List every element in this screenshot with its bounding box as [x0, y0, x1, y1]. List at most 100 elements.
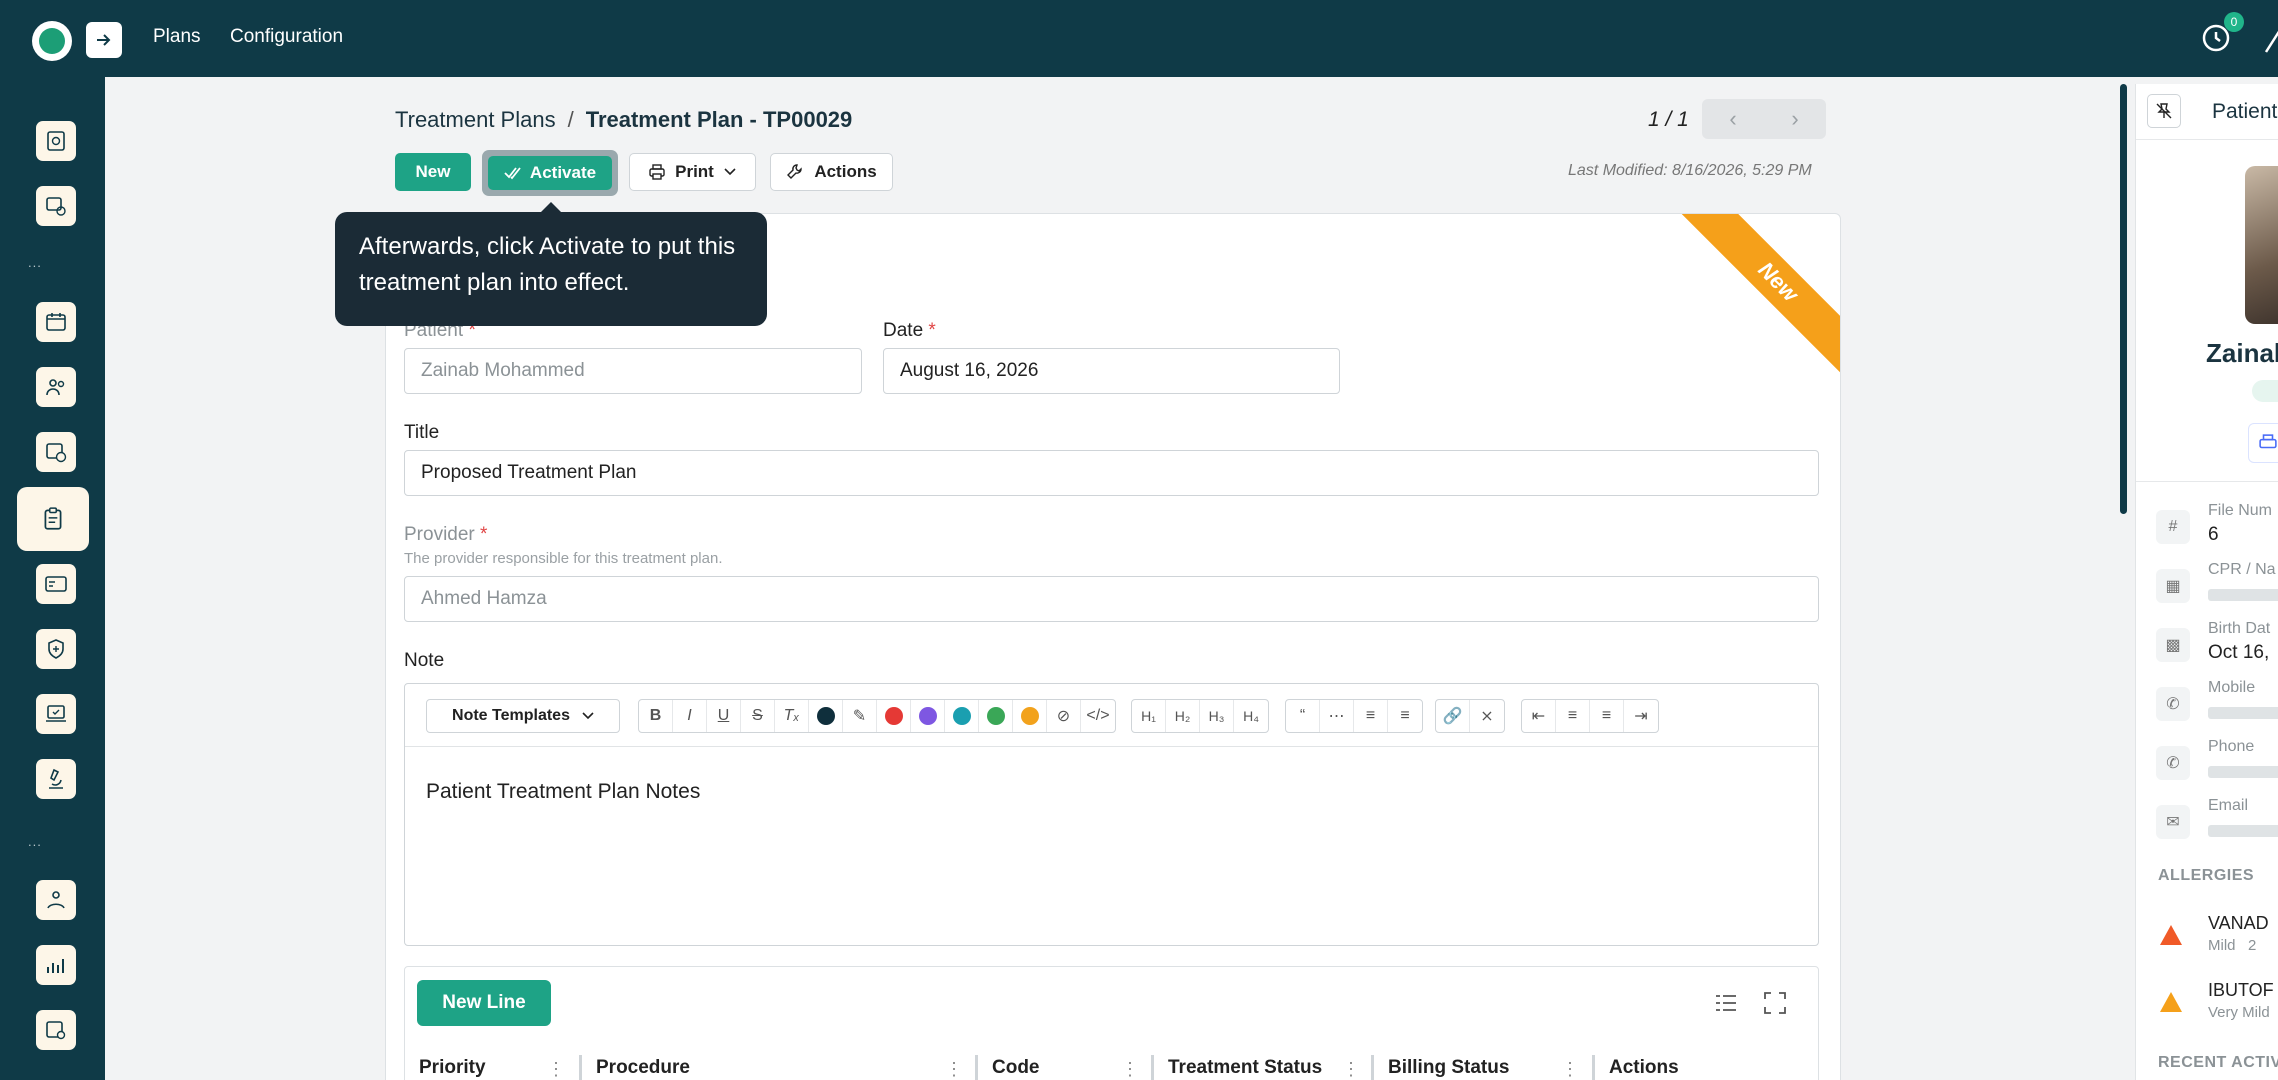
- sidebar-item-treatment-plans[interactable]: [17, 487, 89, 551]
- provider-field[interactable]: Ahmed Hamza: [404, 576, 1819, 622]
- staff-icon: [46, 379, 65, 396]
- sidebar-item-dental-chart[interactable]: [36, 121, 76, 161]
- color-dark-swatch[interactable]: [809, 700, 843, 732]
- heading-4-icon[interactable]: H₄: [1234, 700, 1268, 732]
- column-priority[interactable]: Priority: [419, 1057, 486, 1079]
- tools-icon[interactable]: [2262, 22, 2278, 58]
- allergy-extra: 2: [2248, 937, 2257, 954]
- column-resizer[interactable]: [1592, 1055, 1595, 1080]
- highlighter-icon[interactable]: ✎: [843, 700, 877, 732]
- breadcrumb-parent[interactable]: Treatment Plans: [395, 107, 556, 132]
- color-orange-swatch[interactable]: [1013, 700, 1047, 732]
- sidebar-item-reports[interactable]: [36, 945, 76, 985]
- heading-1-icon[interactable]: H₁: [1132, 700, 1166, 732]
- file-number-field: # File Num 6: [2136, 502, 2278, 558]
- sidebar-item-care[interactable]: [36, 629, 76, 669]
- sidebar-item-clinic[interactable]: [36, 186, 76, 226]
- column-actions[interactable]: Actions: [1609, 1057, 1679, 1079]
- actions-button[interactable]: Actions: [770, 153, 893, 191]
- column-resizer[interactable]: [1371, 1055, 1374, 1080]
- patient-name: Zainab: [2206, 338, 2278, 368]
- color-green-swatch[interactable]: [979, 700, 1013, 732]
- activity-clock-button[interactable]: 0: [2200, 12, 2244, 56]
- italic-icon[interactable]: I: [673, 700, 707, 732]
- color-purple-swatch[interactable]: [911, 700, 945, 732]
- sidebar-item-calendar[interactable]: [36, 302, 76, 342]
- bullet-list-icon[interactable]: ≡: [1354, 700, 1388, 732]
- app-logo[interactable]: [32, 21, 72, 61]
- sidebar-item-lab[interactable]: [36, 759, 76, 799]
- horizontal-rule-icon[interactable]: ⋯: [1320, 700, 1354, 732]
- sidebar-item-settings[interactable]: [36, 1010, 76, 1050]
- calendar-icon: [46, 313, 66, 331]
- swatch-dark: [816, 707, 835, 725]
- page-title: Treatment Plan - TP00029: [585, 107, 853, 132]
- code-icon[interactable]: </>: [1081, 700, 1115, 732]
- column-menu-icon[interactable]: ⋮: [1561, 1059, 1579, 1080]
- no-color-icon[interactable]: ⊘: [1047, 700, 1081, 732]
- allergy-item[interactable]: IBUTOF Very Mild: [2136, 980, 2278, 1030]
- expand-sidebar-button[interactable]: [86, 22, 122, 58]
- billing-clock-icon: [46, 443, 67, 463]
- column-code[interactable]: Code: [992, 1057, 1040, 1079]
- column-billing-status[interactable]: Billing Status: [1388, 1057, 1509, 1079]
- color-red-swatch[interactable]: [877, 700, 911, 732]
- column-treatment-status[interactable]: Treatment Status: [1168, 1057, 1322, 1079]
- blockquote-icon[interactable]: “: [1286, 700, 1320, 732]
- column-resizer[interactable]: [975, 1055, 978, 1080]
- fullscreen-icon[interactable]: [1761, 989, 1789, 1017]
- strikethrough-icon[interactable]: S: [741, 700, 775, 732]
- title-field[interactable]: Proposed Treatment Plan: [404, 450, 1819, 496]
- unpin-panel-button[interactable]: [2147, 94, 2181, 128]
- double-check-icon: [504, 167, 521, 180]
- align-left-icon[interactable]: ⇤: [1522, 700, 1556, 732]
- column-menu-icon[interactable]: ⋮: [547, 1059, 565, 1080]
- link-icon[interactable]: 🔗: [1436, 700, 1470, 732]
- column-menu-icon[interactable]: ⋮: [945, 1059, 963, 1080]
- printer-icon: [649, 164, 665, 180]
- sidebar-item-patient-care[interactable]: [36, 880, 76, 920]
- sidebar-item-billing[interactable]: [36, 432, 76, 472]
- column-menu-icon[interactable]: ⋮: [1342, 1059, 1360, 1080]
- ordered-list-icon[interactable]: ≡: [1388, 700, 1422, 732]
- heading-2-icon[interactable]: H₂: [1166, 700, 1200, 732]
- new-line-button[interactable]: New Line: [417, 980, 551, 1026]
- clear-format-icon[interactable]: Tₓ: [775, 700, 809, 732]
- unlink-icon[interactable]: ⨯: [1470, 700, 1504, 732]
- nav-configuration[interactable]: Configuration: [230, 26, 343, 48]
- activate-button[interactable]: Activate: [488, 156, 612, 190]
- bold-icon[interactable]: B: [639, 700, 673, 732]
- note-label: Note: [404, 650, 445, 671]
- print-patient-button[interactable]: [2248, 423, 2278, 463]
- column-resizer[interactable]: [579, 1055, 582, 1080]
- previous-record-button[interactable]: ‹: [1702, 99, 1764, 139]
- color-teal-swatch[interactable]: [945, 700, 979, 732]
- new-button[interactable]: New: [395, 153, 471, 191]
- tooth-chart-icon: [47, 131, 65, 151]
- align-justify-icon[interactable]: ≡: [1590, 700, 1624, 732]
- notification-badge: 0: [2224, 12, 2244, 32]
- date-field[interactable]: August 16, 2026: [883, 348, 1340, 394]
- column-resizer[interactable]: [1151, 1055, 1154, 1080]
- allergy-item[interactable]: VANAD Mild 2: [2136, 913, 2278, 963]
- main-scrollbar[interactable]: [2120, 84, 2127, 514]
- chevron-down-icon: [582, 712, 594, 720]
- align-center-icon[interactable]: ≡: [1556, 700, 1590, 732]
- column-menu-icon[interactable]: ⋮: [1121, 1059, 1139, 1080]
- underline-icon[interactable]: U: [707, 700, 741, 732]
- heading-3-icon[interactable]: H₃: [1200, 700, 1234, 732]
- sidebar-item-telehealth[interactable]: [36, 694, 76, 734]
- phone-icon: ✆: [2156, 746, 2190, 780]
- next-record-button[interactable]: ›: [1764, 99, 1826, 139]
- note-templates-dropdown[interactable]: Note Templates: [426, 699, 620, 733]
- column-procedure[interactable]: Procedure: [596, 1057, 690, 1079]
- column-settings-icon[interactable]: [1712, 989, 1740, 1017]
- patient-field[interactable]: Zainab Mohammed: [404, 348, 862, 394]
- print-label: Print: [675, 162, 714, 181]
- note-content[interactable]: Patient Treatment Plan Notes: [426, 780, 700, 804]
- print-button[interactable]: Print: [629, 153, 756, 191]
- nav-plans[interactable]: Plans: [153, 26, 201, 48]
- sidebar-item-insurance[interactable]: [36, 564, 76, 604]
- align-right-icon[interactable]: ⇥: [1624, 700, 1658, 732]
- sidebar-item-staff[interactable]: [36, 367, 76, 407]
